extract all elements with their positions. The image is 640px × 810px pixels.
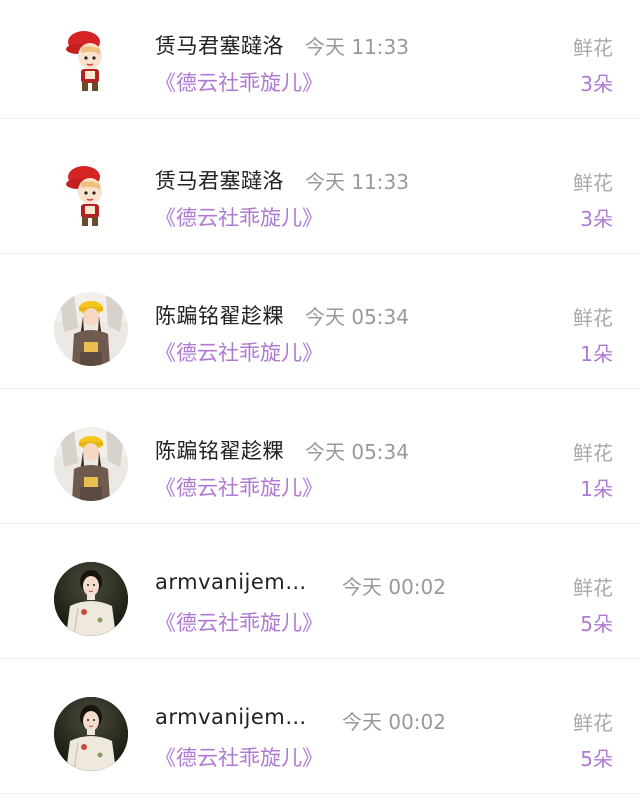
- work-title-link[interactable]: 《德云社乖旋儿》: [155, 607, 323, 637]
- gift-count: 1朵: [580, 477, 613, 501]
- avatar[interactable]: [54, 292, 128, 366]
- gift-type-label: 鲜花: [573, 441, 613, 465]
- timestamp: 今天 11:33: [305, 170, 409, 194]
- girl-yellow-hat-photo-avatar-icon: [54, 292, 128, 366]
- list-item[interactable]: 赁马君塞躂洛 今天 11:33 《德云社乖旋儿》 鲜花 3朵: [0, 0, 640, 135]
- timestamp: 今天 00:02: [342, 575, 446, 599]
- avatar[interactable]: [54, 562, 128, 636]
- work-title-link[interactable]: 《德云社乖旋儿》: [155, 67, 323, 97]
- timestamp: 今天 11:33: [305, 35, 409, 59]
- gift-list: 赁马君塞躂洛 今天 11:33 《德云社乖旋儿》 鲜花 3朵 赁马君塞躂洛 今天…: [0, 0, 640, 796]
- work-title-link[interactable]: 《德云社乖旋儿》: [155, 742, 323, 772]
- list-item[interactable]: armvanijemu··· 今天 00:02 《德云社乖旋儿》 鲜花 5朵: [0, 540, 640, 675]
- cartoon-boy-red-hat-avatar-icon: [54, 22, 128, 96]
- gift-count: 5朵: [580, 612, 613, 636]
- work-title-link[interactable]: 《德云社乖旋儿》: [155, 472, 323, 502]
- username[interactable]: armvanijemu···: [155, 570, 315, 594]
- username[interactable]: armvanijemu···: [155, 705, 315, 729]
- list-item[interactable]: 陈蹁铭翟趁粿 今天 05:34 《德云社乖旋儿》 鲜花 1朵: [0, 270, 640, 405]
- work-title-link[interactable]: 《德云社乖旋儿》: [155, 202, 323, 232]
- girl-yellow-hat-photo-avatar-icon: [54, 427, 128, 501]
- username[interactable]: 陈蹁铭翟趁粿: [155, 300, 284, 330]
- woman-qipao-photo-avatar-icon: [54, 562, 128, 636]
- username[interactable]: 赁马君塞躂洛: [155, 165, 284, 195]
- list-item[interactable]: armvanijemu··· 今天 00:02 《德云社乖旋儿》 鲜花 5朵: [0, 675, 640, 810]
- timestamp: 今天 05:34: [305, 305, 409, 329]
- avatar[interactable]: [54, 22, 128, 96]
- timestamp: 今天 00:02: [342, 710, 446, 734]
- gift-type-label: 鲜花: [573, 711, 613, 735]
- timestamp: 今天 05:34: [305, 440, 409, 464]
- avatar[interactable]: [54, 427, 128, 501]
- work-title-link[interactable]: 《德云社乖旋儿》: [155, 337, 323, 367]
- gift-count: 3朵: [580, 207, 613, 231]
- gift-type-label: 鲜花: [573, 36, 613, 60]
- gift-type-label: 鲜花: [573, 306, 613, 330]
- avatar[interactable]: [54, 157, 128, 231]
- gift-count: 5朵: [580, 747, 613, 771]
- cartoon-boy-red-hat-avatar-icon: [54, 157, 128, 231]
- gift-count: 1朵: [580, 342, 613, 366]
- avatar[interactable]: [54, 697, 128, 771]
- woman-qipao-photo-avatar-icon: [54, 697, 128, 771]
- list-item[interactable]: 陈蹁铭翟趁粿 今天 05:34 《德云社乖旋儿》 鲜花 1朵: [0, 405, 640, 540]
- gift-type-label: 鲜花: [573, 171, 613, 195]
- username[interactable]: 赁马君塞躂洛: [155, 30, 284, 60]
- gift-type-label: 鲜花: [573, 576, 613, 600]
- username[interactable]: 陈蹁铭翟趁粿: [155, 435, 284, 465]
- gift-count: 3朵: [580, 72, 613, 96]
- list-item[interactable]: 赁马君塞躂洛 今天 11:33 《德云社乖旋儿》 鲜花 3朵: [0, 135, 640, 270]
